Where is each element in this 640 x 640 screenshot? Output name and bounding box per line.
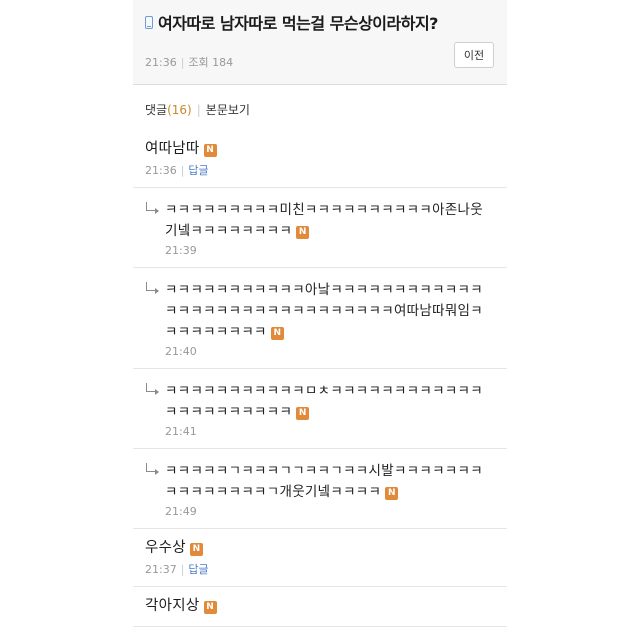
comment-bar: 댓글(16) | 본문보기 [145,101,250,118]
comment-body: 각아지상 [145,598,200,614]
post-title-text: 여자따로 남자따로 먹는걸 무슨상이라하지? [158,14,438,33]
comment-bar-divider: | [196,103,201,117]
comment-body: ㅋㅋㅋㅋㅋㄱㅋㅋㅋㄱㄱㅋㅋㄱㅋㅋ시발ㅋㅋㅋㅋㅋㅋㅋㅋㅋㅋㅋㅋㅋㅋㅋㄱ개웃기넼ㅋㅋ… [165,463,483,500]
reply-comment: ㅋㅋㅋㅋㅋㅋㅋㅋㅋ미친ㅋㅋㅋㅋㅋㅋㅋㅋㅋㅋ아존나웃기넼ㅋㅋㅋㅋㅋㅋㅋㅋ N 21:3… [133,188,507,268]
comment-text: ㅋㅋㅋㅋㅋㅋㅋㅋㅋㅋㅋㅁㅊㅋㅋㅋㅋㅋㅋㅋㅋㅋㅋㅋㅋㅋㅋㅋㅋㅋㅋㅋㅋㅋㅋ N [165,381,495,423]
comment-count: (16) [167,103,192,117]
comment-meta: 21:40 [165,345,495,358]
reply-arrow-icon [146,383,159,395]
new-badge: N [270,327,284,340]
comment: 각아지상 N [133,587,507,627]
new-badge: N [296,407,310,420]
comment-time: 21:41 [165,425,197,438]
comment-meta: 21:49 [165,505,495,518]
post-meta: 21:36 | 조회 184 [145,54,233,70]
post-header: 여자따로 남자따로 먹는걸 무슨상이라하지? 21:36 | 조회 184 이전 [133,0,507,85]
reply-comment: ㅋㅋㅋㅋㅋㅋㅋㅋㅋㅋㅋ아낰ㅋㅋㅋㅋㅋㅋㅋㅋㅋㅋㅋㅋㅋㅋㅋㅋㅋㅋㅋㅋㅋㅋㅋㅋㅋㅋㅋ… [133,268,507,369]
comment-meta: 21:36 | 답글 [145,162,495,178]
reply-link[interactable]: 답글 [188,563,208,576]
comment-meta: 21:41 [165,425,495,438]
comment-time: 21:37 [145,563,177,576]
meta-divider: | [180,56,185,69]
comment-body: 우수상 [145,540,186,556]
new-badge: N [385,487,399,500]
comment-text: 각아지상 N [145,596,495,617]
comment-body: ㅋㅋㅋㅋㅋㅋㅋㅋㅋㅋㅋㅁㅊㅋㅋㅋㅋㅋㅋㅋㅋㅋㅋㅋㅋㅋㅋㅋㅋㅋㅋㅋㅋㅋㅋ [165,383,483,420]
new-badge: N [203,601,217,614]
comment-time: 21:36 [145,164,177,177]
comment-body: ㅋㅋㅋㅋㅋㅋㅋㅋㅋ미친ㅋㅋㅋㅋㅋㅋㅋㅋㅋㅋ아존나웃기넼ㅋㅋㅋㅋㅋㅋㅋㅋ [165,202,483,239]
comment-time: 21:40 [165,345,197,358]
comment-text: ㅋㅋㅋㅋㅋㅋㅋㅋㅋㅋㅋ아낰ㅋㅋㅋㅋㅋㅋㅋㅋㅋㅋㅋㅋㅋㅋㅋㅋㅋㅋㅋㅋㅋㅋㅋㅋㅋㅋㅋ… [165,280,495,343]
comment: 여따남따 N 21:36 | 답글 [133,130,507,188]
reply-arrow-icon [146,463,159,475]
comment-body: ㅋㅋㅋㅋㅋㅋㅋㅋㅋㅋㅋ아낰ㅋㅋㅋㅋㅋㅋㅋㅋㅋㅋㅋㅋㅋㅋㅋㅋㅋㅋㅋㅋㅋㅋㅋㅋㅋㅋㅋ… [165,282,483,340]
view-body-link[interactable]: 본문보기 [206,103,250,117]
meta-divider: | [180,164,185,177]
comment-tab[interactable]: 댓글(16) [145,103,192,117]
comment-time: 21:49 [165,505,197,518]
comment-body: 여따남따 [145,141,200,157]
comment-text: 우수상 N [145,538,495,559]
mobile-phone-icon [145,15,153,29]
comment-text: ㅋㅋㅋㅋㅋㅋㅋㅋㅋ미친ㅋㅋㅋㅋㅋㅋㅋㅋㅋㅋ아존나웃기넼ㅋㅋㅋㅋㅋㅋㅋㅋ N [165,200,495,242]
comment-text: 여따남따 N [145,139,495,160]
comment-meta: 21:37 | 답글 [145,561,495,577]
comment-text: ㅋㅋㅋㅋㅋㄱㅋㅋㅋㄱㄱㅋㅋㄱㅋㅋ시발ㅋㅋㅋㅋㅋㅋㅋㅋㅋㅋㅋㅋㅋㅋㅋㄱ개웃기넼ㅋㅋ… [165,461,495,503]
comment-meta: 21:39 [165,244,495,257]
post-views: 조회 184 [188,56,234,69]
mobile-page: 여자따로 남자따로 먹는걸 무슨상이라하지? 21:36 | 조회 184 이전 댓… [133,0,507,640]
new-badge: N [296,226,310,239]
new-badge: N [203,144,217,157]
reply-link[interactable]: 답글 [188,164,208,177]
reply-arrow-icon [146,282,159,294]
prev-button[interactable]: 이전 [454,42,494,68]
post-title: 여자따로 남자따로 먹는걸 무슨상이라하지? [145,10,501,34]
reply-comment: ㅋㅋㅋㅋㅋㅋㅋㅋㅋㅋㅋㅁㅊㅋㅋㅋㅋㅋㅋㅋㅋㅋㅋㅋㅋㅋㅋㅋㅋㅋㅋㅋㅋㅋㅋ N 21:4… [133,369,507,449]
reply-comment: ㅋㅋㅋㅋㅋㄱㅋㅋㅋㄱㄱㅋㅋㄱㅋㅋ시발ㅋㅋㅋㅋㅋㅋㅋㅋㅋㅋㅋㅋㅋㅋㅋㄱ개웃기넼ㅋㅋ… [133,449,507,529]
post-time: 21:36 [145,56,177,69]
comment-list: 여따남따 N 21:36 | 답글 ㅋㅋㅋㅋㅋㅋㅋㅋㅋ미친ㅋㅋㅋㅋㅋㅋㅋㅋㅋㅋ아존나웃기넼… [133,130,507,627]
comment: 우수상 N 21:37 | 답글 [133,529,507,587]
comment-time: 21:39 [165,244,197,257]
new-badge: N [189,543,203,556]
reply-arrow-icon [146,202,159,214]
meta-divider: | [180,563,185,576]
comment-label: 댓글 [145,103,168,117]
